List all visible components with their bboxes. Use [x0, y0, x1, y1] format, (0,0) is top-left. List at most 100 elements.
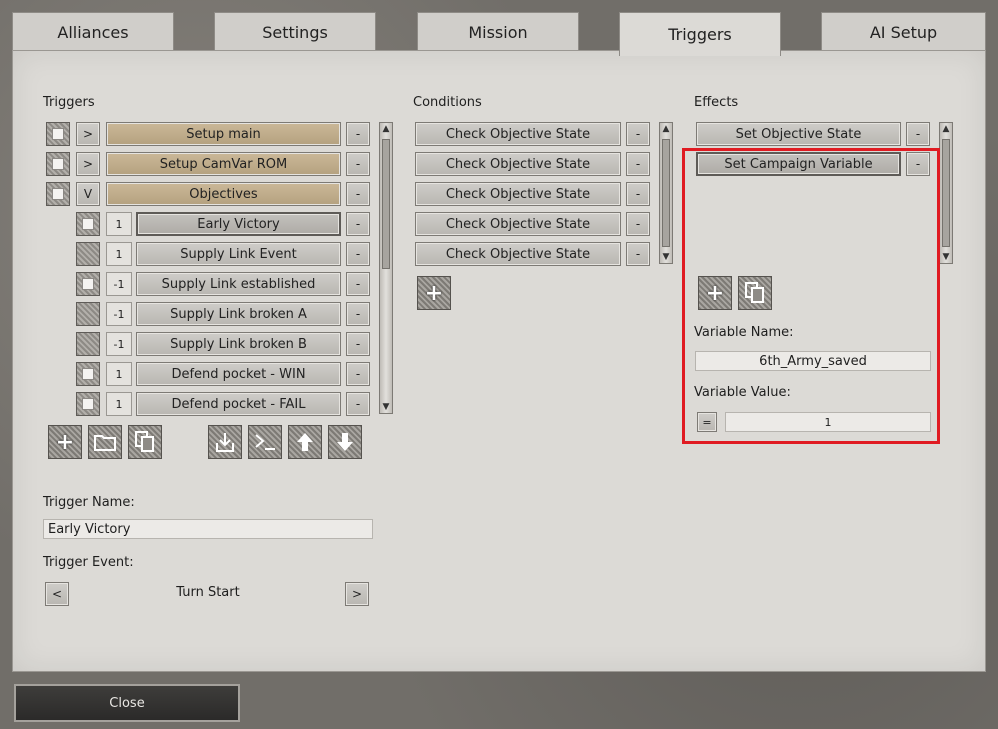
- expand-toggle[interactable]: >: [76, 122, 100, 146]
- variable-value-input[interactable]: 1: [725, 412, 931, 432]
- prev-event-button[interactable]: <: [45, 582, 69, 606]
- trigger-item-supply-link-broken-a[interactable]: Supply Link broken A: [136, 302, 341, 326]
- scroll-down-icon[interactable]: ▼: [660, 251, 672, 263]
- copy-effect-button[interactable]: [738, 276, 772, 310]
- condition-item[interactable]: Check Objective State: [415, 182, 621, 206]
- script-button[interactable]: [248, 425, 282, 459]
- trigger-count: 1: [106, 362, 132, 386]
- scroll-thumb[interactable]: [662, 139, 670, 247]
- trigger-event-label: Trigger Event:: [43, 555, 134, 570]
- move-down-button[interactable]: [328, 425, 362, 459]
- add-folder-button[interactable]: [88, 425, 122, 459]
- trigger-checkbox[interactable]: [76, 392, 100, 416]
- trigger-count: -1: [106, 272, 132, 296]
- copy-trigger-button[interactable]: [128, 425, 162, 459]
- trigger-item-defend-pocket-fail[interactable]: Defend pocket - FAIL: [136, 392, 341, 416]
- trigger-checkbox[interactable]: [76, 302, 100, 326]
- next-event-button[interactable]: >: [345, 582, 369, 606]
- trigger-item-supply-link-event[interactable]: Supply Link Event: [136, 242, 341, 266]
- expand-toggle[interactable]: >: [76, 152, 100, 176]
- add-effect-button[interactable]: +: [698, 276, 732, 310]
- condition-item[interactable]: Check Objective State: [415, 122, 621, 146]
- trigger-name-label: Trigger Name:: [43, 495, 135, 510]
- trigger-name-input[interactable]: Early Victory: [43, 519, 373, 539]
- remove-condition-button[interactable]: -: [626, 182, 650, 206]
- trigger-item-setup-main[interactable]: Setup main: [106, 122, 341, 146]
- close-button[interactable]: Close: [14, 684, 240, 722]
- remove-condition-button[interactable]: -: [626, 212, 650, 236]
- trigger-event-value: Turn Start: [176, 585, 240, 600]
- scroll-up-icon[interactable]: ▲: [380, 123, 392, 135]
- condition-item[interactable]: Check Objective State: [415, 152, 621, 176]
- trigger-checkbox[interactable]: [76, 272, 100, 296]
- trigger-count: -1: [106, 332, 132, 356]
- trigger-checkbox[interactable]: [46, 152, 70, 176]
- remove-condition-button[interactable]: -: [626, 152, 650, 176]
- trigger-checkbox[interactable]: [76, 332, 100, 356]
- tab-ai-setup[interactable]: AI Setup: [821, 12, 986, 52]
- scroll-up-icon[interactable]: ▲: [660, 123, 672, 135]
- remove-trigger-button[interactable]: -: [346, 362, 370, 386]
- tab-alliances[interactable]: Alliances: [12, 12, 174, 52]
- remove-trigger-button[interactable]: -: [346, 392, 370, 416]
- trigger-item-supply-link-broken-b[interactable]: Supply Link broken B: [136, 332, 341, 356]
- trigger-item-objectives[interactable]: Objectives: [106, 182, 341, 206]
- collapse-toggle[interactable]: V: [76, 182, 100, 206]
- effects-heading: Effects: [694, 95, 739, 110]
- arrow-down-icon: [337, 433, 353, 451]
- trigger-checkbox[interactable]: [46, 122, 70, 146]
- tab-triggers[interactable]: Triggers: [619, 12, 781, 56]
- condition-item[interactable]: Check Objective State: [415, 242, 621, 266]
- variable-value-label: Variable Value:: [694, 385, 791, 400]
- import-icon: [216, 433, 234, 452]
- trigger-count: 1: [106, 212, 132, 236]
- scroll-down-icon[interactable]: ▼: [380, 401, 392, 413]
- effect-item-selected[interactable]: Set Campaign Variable: [696, 152, 901, 176]
- triggers-heading: Triggers: [43, 95, 95, 110]
- trigger-item-supply-link-established[interactable]: Supply Link established: [136, 272, 341, 296]
- triggers-scrollbar[interactable]: ▲ ▼: [379, 122, 393, 414]
- trigger-checkbox[interactable]: [76, 242, 100, 266]
- tab-bar: Alliances Settings Mission Triggers AI S…: [12, 12, 986, 56]
- copy-icon: [745, 282, 764, 303]
- remove-trigger-button[interactable]: -: [346, 272, 370, 296]
- plus-icon: +: [705, 280, 725, 306]
- effect-item[interactable]: Set Objective State: [696, 122, 901, 146]
- trigger-checkbox[interactable]: [46, 182, 70, 206]
- remove-trigger-button[interactable]: -: [346, 152, 370, 176]
- remove-condition-button[interactable]: -: [626, 122, 650, 146]
- remove-condition-button[interactable]: -: [626, 242, 650, 266]
- remove-trigger-button[interactable]: -: [346, 332, 370, 356]
- trigger-checkbox[interactable]: [76, 362, 100, 386]
- scroll-thumb[interactable]: [382, 139, 390, 269]
- remove-trigger-button[interactable]: -: [346, 122, 370, 146]
- operator-button[interactable]: =: [697, 412, 717, 432]
- trigger-item-defend-pocket-win[interactable]: Defend pocket - WIN: [136, 362, 341, 386]
- remove-trigger-button[interactable]: -: [346, 182, 370, 206]
- remove-trigger-button[interactable]: -: [346, 302, 370, 326]
- variable-name-label: Variable Name:: [694, 325, 794, 340]
- remove-trigger-button[interactable]: -: [346, 242, 370, 266]
- conditions-scrollbar[interactable]: ▲ ▼: [659, 122, 673, 264]
- scroll-up-icon[interactable]: ▲: [940, 123, 952, 135]
- terminal-icon: [255, 434, 275, 450]
- trigger-checkbox[interactable]: [76, 212, 100, 236]
- add-trigger-button[interactable]: +: [48, 425, 82, 459]
- trigger-item-early-victory[interactable]: Early Victory: [136, 212, 341, 236]
- tab-settings[interactable]: Settings: [214, 12, 376, 52]
- import-button[interactable]: [208, 425, 242, 459]
- move-up-button[interactable]: [288, 425, 322, 459]
- scroll-down-icon[interactable]: ▼: [940, 251, 952, 263]
- remove-trigger-button[interactable]: -: [346, 212, 370, 236]
- tab-mission[interactable]: Mission: [417, 12, 579, 52]
- variable-name-input[interactable]: 6th_Army_saved: [695, 351, 931, 371]
- add-condition-button[interactable]: +: [417, 276, 451, 310]
- trigger-count: 1: [106, 242, 132, 266]
- effects-scrollbar[interactable]: ▲ ▼: [939, 122, 953, 264]
- trigger-count: 1: [106, 392, 132, 416]
- scroll-thumb[interactable]: [942, 139, 950, 247]
- condition-item[interactable]: Check Objective State: [415, 212, 621, 236]
- remove-effect-button[interactable]: -: [906, 122, 930, 146]
- trigger-item-setup-camvar[interactable]: Setup CamVar ROM: [106, 152, 341, 176]
- remove-effect-button[interactable]: -: [906, 152, 930, 176]
